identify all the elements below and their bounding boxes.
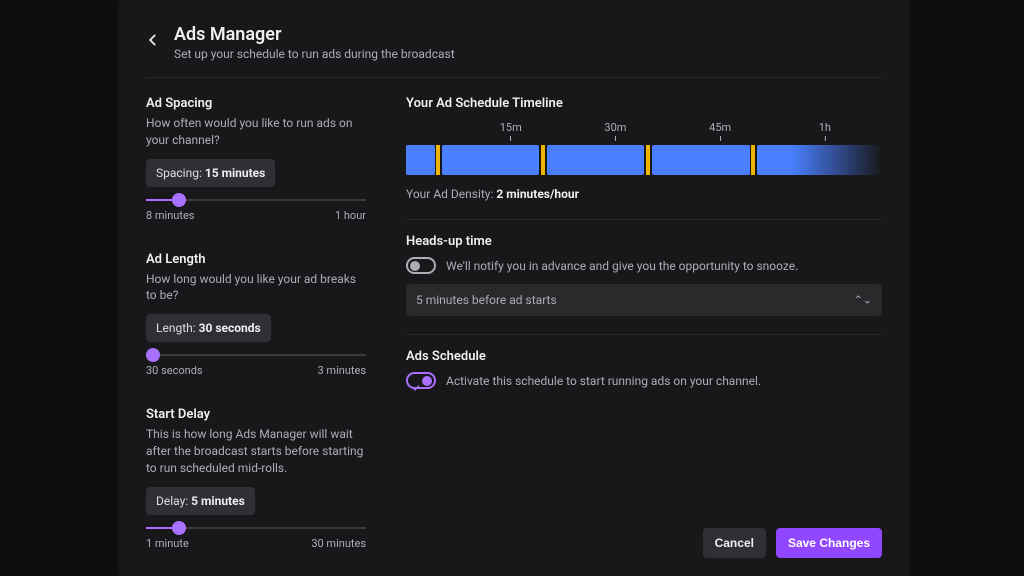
left-column: Ad Spacing How often would you like to r… [146, 96, 366, 516]
ad-length-title: Ad Length [146, 252, 366, 267]
ad-spacing-section: Ad Spacing How often would you like to r… [146, 96, 366, 222]
divider [406, 219, 882, 220]
heads-up-title: Heads-up time [406, 234, 882, 249]
ad-spacing-desc: How often would you like to run ads on y… [146, 115, 366, 149]
header-text: Ads Manager Set up your schedule to run … [174, 24, 455, 61]
footer-actions: Cancel Save Changes [146, 516, 882, 558]
ad-spacing-title: Ad Spacing [146, 96, 366, 111]
slider-thumb[interactable] [172, 521, 186, 535]
timeline-ticks: 15m 30m 45m 1h [406, 121, 882, 145]
heads-up-section: Heads-up time We'll notify you in advanc… [406, 234, 882, 316]
ad-length-slider[interactable]: 30 seconds 3 minutes [146, 354, 366, 377]
ad-spacing-slider[interactable]: 8 minutes 1 hour [146, 199, 366, 222]
start-delay-section: Start Delay This is how long Ads Manager… [146, 407, 366, 549]
save-button[interactable]: Save Changes [776, 528, 882, 558]
ad-length-value-pill: Length: 30 seconds [146, 314, 271, 342]
right-column: Your Ad Schedule Timeline 15m 30m 45m 1h [406, 96, 882, 516]
timeline-bar [406, 145, 882, 175]
heads-up-desc: We'll notify you in advance and give you… [446, 259, 798, 273]
slider-thumb[interactable] [172, 193, 186, 207]
cancel-button[interactable]: Cancel [703, 528, 766, 558]
ads-schedule-section: Ads Schedule Activate this schedule to s… [406, 349, 882, 389]
ads-manager-panel: Ads Manager Set up your schedule to run … [118, 0, 910, 576]
heads-up-toggle[interactable] [406, 257, 436, 274]
start-delay-value-pill: Delay: 5 minutes [146, 487, 255, 515]
slider-max-label: 1 hour [335, 209, 366, 222]
ad-density-label: Your Ad Density: 2 minutes/hour [406, 187, 882, 201]
back-icon[interactable] [146, 32, 160, 46]
start-delay-title: Start Delay [146, 407, 366, 422]
slider-max-label: 3 minutes [318, 364, 366, 377]
ads-schedule-desc: Activate this schedule to start running … [446, 374, 761, 388]
divider [146, 77, 882, 78]
ads-schedule-toggle[interactable] [406, 372, 436, 389]
timeline-section: Your Ad Schedule Timeline 15m 30m 45m 1h [406, 96, 882, 201]
ad-length-section: Ad Length How long would you like your a… [146, 252, 366, 378]
heads-up-select[interactable]: 5 minutes before ad starts ⌃⌄ [406, 284, 882, 316]
page-subtitle: Set up your schedule to run ads during t… [174, 47, 455, 61]
start-delay-desc: This is how long Ads Manager will wait a… [146, 426, 366, 476]
ads-schedule-title: Ads Schedule [406, 349, 882, 364]
page-title: Ads Manager [174, 24, 455, 45]
chevron-updown-icon: ⌃⌄ [854, 294, 872, 307]
panel-header: Ads Manager Set up your schedule to run … [146, 24, 882, 61]
slider-thumb[interactable] [146, 348, 160, 362]
slider-min-label: 30 seconds [146, 364, 203, 377]
timeline-title: Your Ad Schedule Timeline [406, 96, 882, 111]
ad-length-desc: How long would you like your ad breaks t… [146, 271, 366, 305]
ad-spacing-value-pill: Spacing: 15 minutes [146, 159, 275, 187]
divider [406, 334, 882, 335]
slider-min-label: 8 minutes [146, 209, 194, 222]
